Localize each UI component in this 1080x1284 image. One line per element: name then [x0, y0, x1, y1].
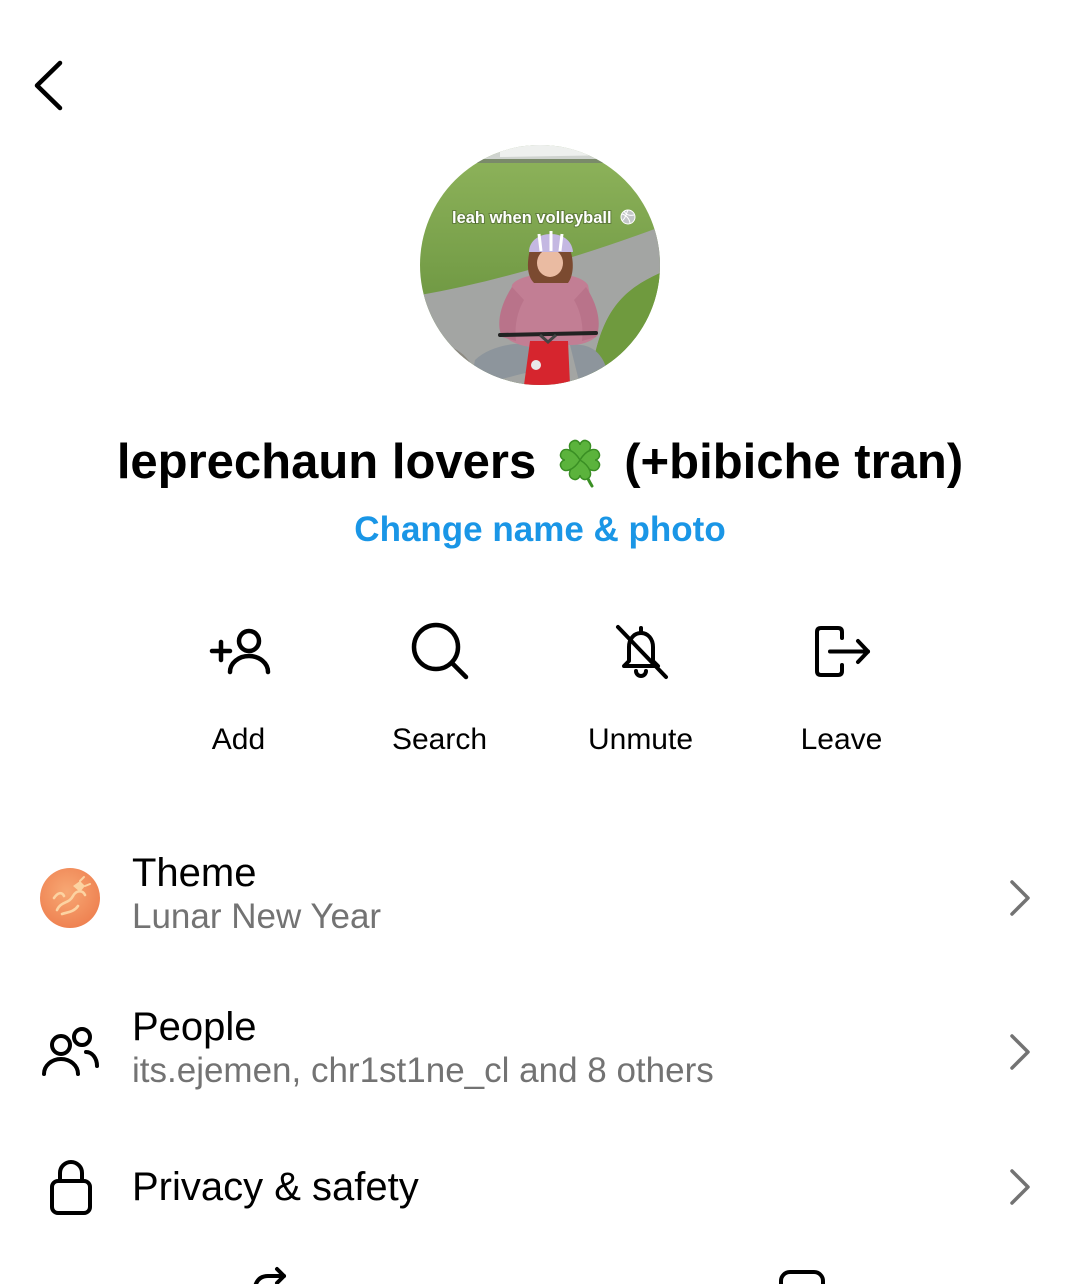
add-button[interactable]: Add — [138, 610, 339, 770]
bell-off-icon — [615, 625, 668, 679]
group-avatar[interactable]: leah when volleyball — [420, 145, 660, 385]
add-label: Add — [211, 723, 266, 756]
dragon-theme-icon — [40, 868, 100, 928]
chevron-right-icon — [1010, 1034, 1030, 1070]
settings-row-privacy[interactable]: Privacy & safety — [0, 1139, 1080, 1235]
settings-row-people[interactable]: People its.ejemen, chr1st1ne_cl and 8 ot… — [0, 992, 1080, 1112]
leave-label: Leave — [800, 723, 883, 756]
group-title: leprechaun lovers (+bibiche tran) — [0, 428, 1080, 496]
group-title-text: leprechaun lovers — [116, 435, 537, 489]
privacy-title: Privacy & safety — [132, 1165, 419, 1209]
unmute-label: Unmute — [587, 723, 694, 756]
theme-subtitle: Lunar New Year — [132, 897, 382, 936]
media-icon[interactable] — [770, 1262, 830, 1284]
unmute-button[interactable]: Unmute — [540, 610, 741, 770]
group-title-suffix: (+bibiche tran) — [624, 435, 964, 489]
settings-row-theme[interactable]: Theme Lunar New Year — [0, 838, 1080, 958]
partial-icon-row — [0, 1262, 1080, 1284]
lock-icon — [50, 1160, 92, 1215]
people-title: People — [132, 1005, 257, 1049]
four-leaf-clover-icon — [559, 439, 601, 488]
chevron-left-icon — [34, 60, 63, 111]
share-arrow-icon[interactable] — [238, 1262, 298, 1284]
people-subtitle: its.ejemen, chr1st1ne_cl and 8 others — [132, 1051, 714, 1090]
leave-button[interactable]: Leave — [741, 610, 942, 770]
edit-link-container: Change name & photo — [0, 507, 1080, 553]
group-photo: leah when volleyball — [420, 145, 660, 385]
change-name-photo-link[interactable]: Change name & photo — [354, 510, 725, 549]
action-bar: Add Search Unmute Leave — [138, 610, 942, 770]
chevron-right-icon — [1010, 1169, 1030, 1205]
add-person-icon — [209, 628, 270, 675]
volleyball-icon — [620, 209, 636, 225]
search-button[interactable]: Search — [339, 610, 540, 770]
chevron-right-icon — [1010, 880, 1030, 916]
leave-icon — [814, 626, 870, 677]
theme-title: Theme — [132, 851, 257, 895]
search-icon — [411, 622, 468, 680]
people-icon — [42, 1027, 99, 1076]
avatar-caption: leah when volleyball — [452, 209, 612, 227]
back-button[interactable] — [20, 55, 80, 115]
search-label: Search — [391, 723, 488, 756]
